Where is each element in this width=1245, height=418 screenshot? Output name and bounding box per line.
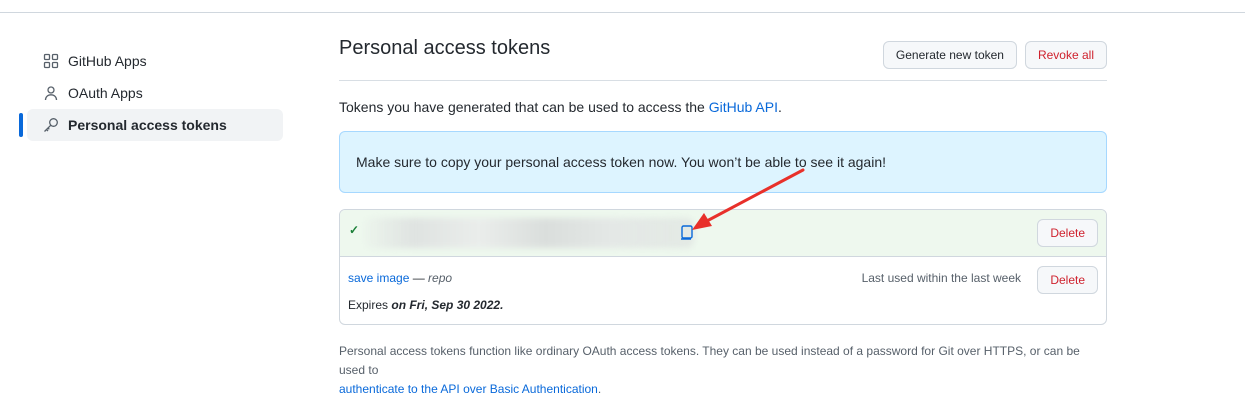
footer-text-body: Personal access tokens function like ord… bbox=[339, 344, 1080, 377]
github-api-link[interactable]: GitHub API bbox=[709, 99, 778, 115]
sidebar-item-oauth-apps[interactable]: OAuth Apps bbox=[27, 77, 283, 109]
intro-text-end: . bbox=[777, 99, 782, 115]
token-scope-separator: — bbox=[409, 271, 429, 285]
token-name-link[interactable]: save image bbox=[348, 271, 409, 285]
token-last-used: Last used within the last week bbox=[861, 271, 1021, 285]
new-token-row: ✓ Delete bbox=[340, 210, 1106, 257]
person-icon bbox=[43, 85, 59, 101]
main-content: Personal access tokens Generate new toke… bbox=[339, 37, 1107, 411]
copy-icon[interactable] bbox=[680, 224, 694, 240]
copy-token-notice: Make sure to copy your personal access t… bbox=[339, 131, 1107, 193]
sidebar-item-personal-access-tokens[interactable]: Personal access tokens bbox=[19, 109, 283, 141]
header-actions: Generate new token Revoke all bbox=[882, 41, 1107, 69]
apps-icon bbox=[43, 53, 59, 69]
page-header: Personal access tokens Generate new toke… bbox=[339, 37, 1107, 81]
sidebar: GitHub Apps OAuth Apps Personal access t… bbox=[19, 45, 283, 141]
delete-new-token-button[interactable]: Delete bbox=[1037, 219, 1098, 247]
revoke-all-button[interactable]: Revoke all bbox=[1024, 41, 1107, 69]
footer-note: Personal access tokens function like ord… bbox=[339, 342, 1107, 399]
token-scope: repo bbox=[428, 271, 453, 285]
intro-text-body: Tokens you have generated that can be us… bbox=[339, 99, 709, 115]
generate-new-token-button[interactable]: Generate new token bbox=[882, 41, 1017, 69]
token-expiry: Expires on Fri, Sep 30 2022. bbox=[348, 298, 503, 312]
token-name-line: save image — repo bbox=[348, 271, 452, 285]
sidebar-item-label: Personal access tokens bbox=[68, 117, 227, 133]
key-icon bbox=[43, 117, 59, 133]
sidebar-item-label: OAuth Apps bbox=[68, 85, 143, 101]
token-list: ✓ Delete save image — repo Expires on Fr… bbox=[339, 209, 1107, 325]
token-expiry-prefix: Expires bbox=[348, 298, 392, 312]
intro-text: Tokens you have generated that can be us… bbox=[339, 99, 1107, 115]
delete-token-button[interactable]: Delete bbox=[1037, 266, 1098, 294]
token-expiry-date: on Fri, Sep 30 2022. bbox=[391, 298, 504, 312]
redacted-token-value bbox=[364, 218, 694, 248]
token-row: save image — repo Expires on Fri, Sep 30… bbox=[340, 257, 1106, 324]
top-divider bbox=[0, 12, 1245, 13]
page-title: Personal access tokens bbox=[339, 37, 551, 60]
footer-text-end: . bbox=[597, 382, 602, 396]
sidebar-item-label: GitHub Apps bbox=[68, 53, 147, 69]
check-icon: ✓ bbox=[349, 223, 360, 237]
basic-auth-link[interactable]: authenticate to the API over Basic Authe… bbox=[339, 382, 598, 396]
sidebar-item-github-apps[interactable]: GitHub Apps bbox=[27, 45, 283, 77]
